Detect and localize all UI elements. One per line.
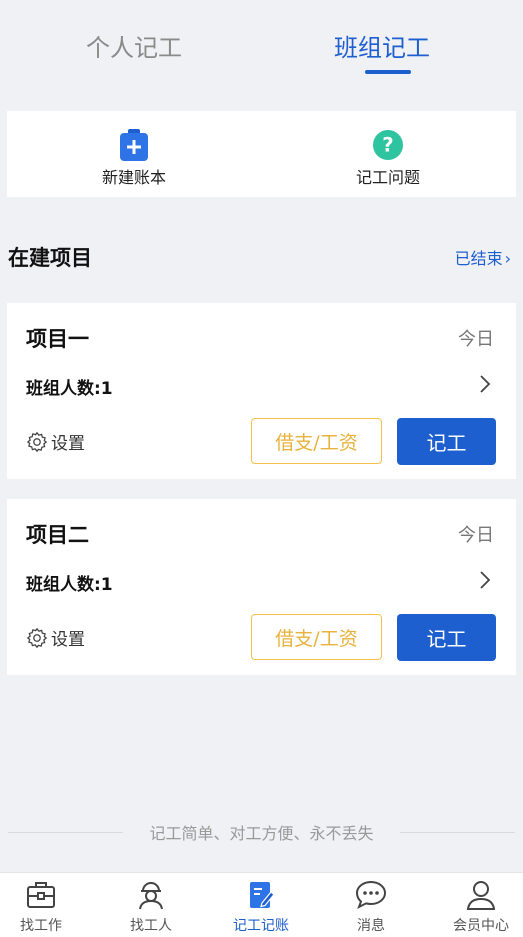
team-member-count: 班组人数:1 [26,575,113,595]
slogan-text: 记工简单、对工方便、永不丢失 [149,824,374,843]
ended-projects-link[interactable]: 已结束 › [455,245,511,269]
active-tab-indicator [365,70,411,74]
nav-item-find-job[interactable]: 找工作 [1,879,81,935]
chevron-right-icon: › [504,249,511,268]
loan-wage-button[interactable]: 借支/工资 [251,418,382,464]
new-ledger-label: 新建账本 [101,168,166,187]
project-date: 今日 [458,525,494,546]
chevron-right-icon[interactable] [478,569,492,591]
project-name: 项目二 [26,523,89,547]
project-card: 项目一 今日 班组人数:1 设置 借支/工资 记工 [7,303,516,479]
settings-label: 设置 [51,630,85,650]
nav-label: 记工记账 [233,918,289,934]
new-ledger-icon [120,129,148,161]
project-settings-button[interactable]: 设置 [26,625,85,650]
faq-button[interactable]: ? 记工问题 [328,129,448,188]
chevron-right-icon[interactable] [478,373,492,395]
worker-icon [139,882,163,910]
svg-text:?: ? [382,134,393,157]
nav-item-find-worker[interactable]: 找工人 [111,879,191,935]
project-date: 今日 [458,329,494,350]
new-ledger-button[interactable]: 新建账本 [74,129,194,188]
nav-item-work-ledger[interactable]: 记工记账 [221,879,301,935]
bottom-nav-bar: 找工作 找工人 记工记账 消息 会员中心 [0,872,523,937]
section-title: 在建项目 [8,246,92,270]
user-icon [466,881,496,910]
notebook-pen-icon [250,882,275,908]
nav-label: 消息 [357,918,385,934]
gear-icon [26,627,48,648]
project-settings-button[interactable]: 设置 [26,429,85,454]
tab-personal-record[interactable]: 个人记工 [86,28,182,63]
nav-label: 找工人 [130,918,172,934]
tab-team-record[interactable]: 班组记工 [334,28,430,63]
nav-label: 找工作 [20,918,62,934]
ended-link-label: 已结束 [454,249,503,268]
top-tab-bar: 个人记工 班组记工 [0,0,523,100]
chat-icon [355,880,387,910]
nav-item-messages[interactable]: 消息 [331,879,411,935]
team-member-count: 班组人数:1 [26,379,113,399]
question-icon: ? [373,130,403,160]
quick-actions-panel: 新建账本 ? 记工问题 [7,111,516,197]
nav-item-member-center[interactable]: 会员中心 [441,879,521,935]
briefcase-icon [27,882,55,908]
project-card: 项目二 今日 班组人数:1 设置 借支/工资 记工 [7,499,516,675]
faq-label: 记工问题 [355,168,420,187]
project-name: 项目一 [26,327,89,351]
nav-label: 会员中心 [453,918,509,934]
settings-label: 设置 [51,434,85,454]
gear-icon [26,431,48,452]
loan-wage-button[interactable]: 借支/工资 [251,614,382,660]
record-work-button[interactable]: 记工 [397,614,496,661]
record-work-button[interactable]: 记工 [397,418,496,465]
